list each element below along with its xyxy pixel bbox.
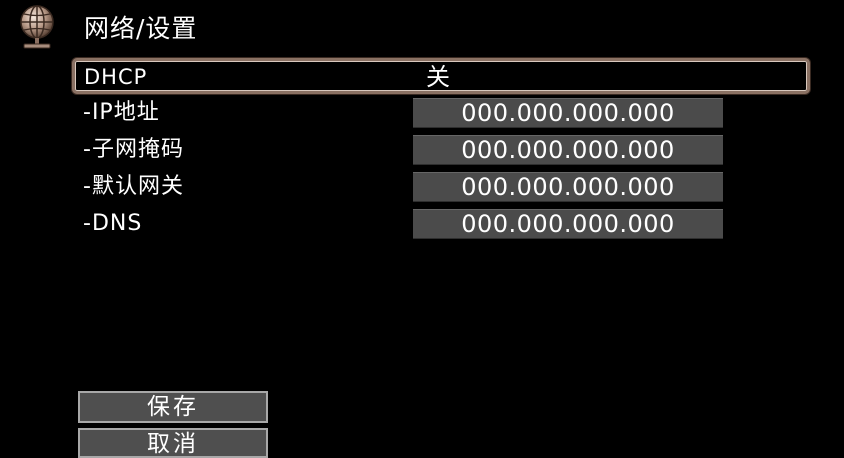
page-title: 网络/设置 [84, 14, 198, 43]
gateway-label: -默认网关 [83, 174, 184, 199]
save-button[interactable]: 保存 [78, 391, 268, 423]
ip-address-field[interactable]: 000.000.000.000 [413, 98, 723, 128]
cancel-button[interactable]: 取消 [78, 428, 268, 458]
dns-row: -DNS 000.000.000.000 [72, 207, 810, 241]
dns-field[interactable]: 000.000.000.000 [413, 209, 723, 239]
ip-address-label: -IP地址 [83, 100, 160, 125]
dhcp-value[interactable]: 关 [426, 59, 450, 95]
dns-label: -DNS [83, 211, 143, 236]
dhcp-label: DHCP [84, 65, 148, 89]
dhcp-row[interactable]: DHCP 关 [72, 58, 810, 94]
subnet-mask-field[interactable]: 000.000.000.000 [413, 135, 723, 165]
globe-network-icon [16, 3, 58, 51]
subnet-mask-row: -子网掩码 000.000.000.000 [72, 133, 810, 167]
gateway-field[interactable]: 000.000.000.000 [413, 172, 723, 202]
ip-address-row: -IP地址 000.000.000.000 [72, 96, 810, 130]
gateway-row: -默认网关 000.000.000.000 [72, 170, 810, 204]
subnet-mask-label: -子网掩码 [83, 137, 184, 162]
